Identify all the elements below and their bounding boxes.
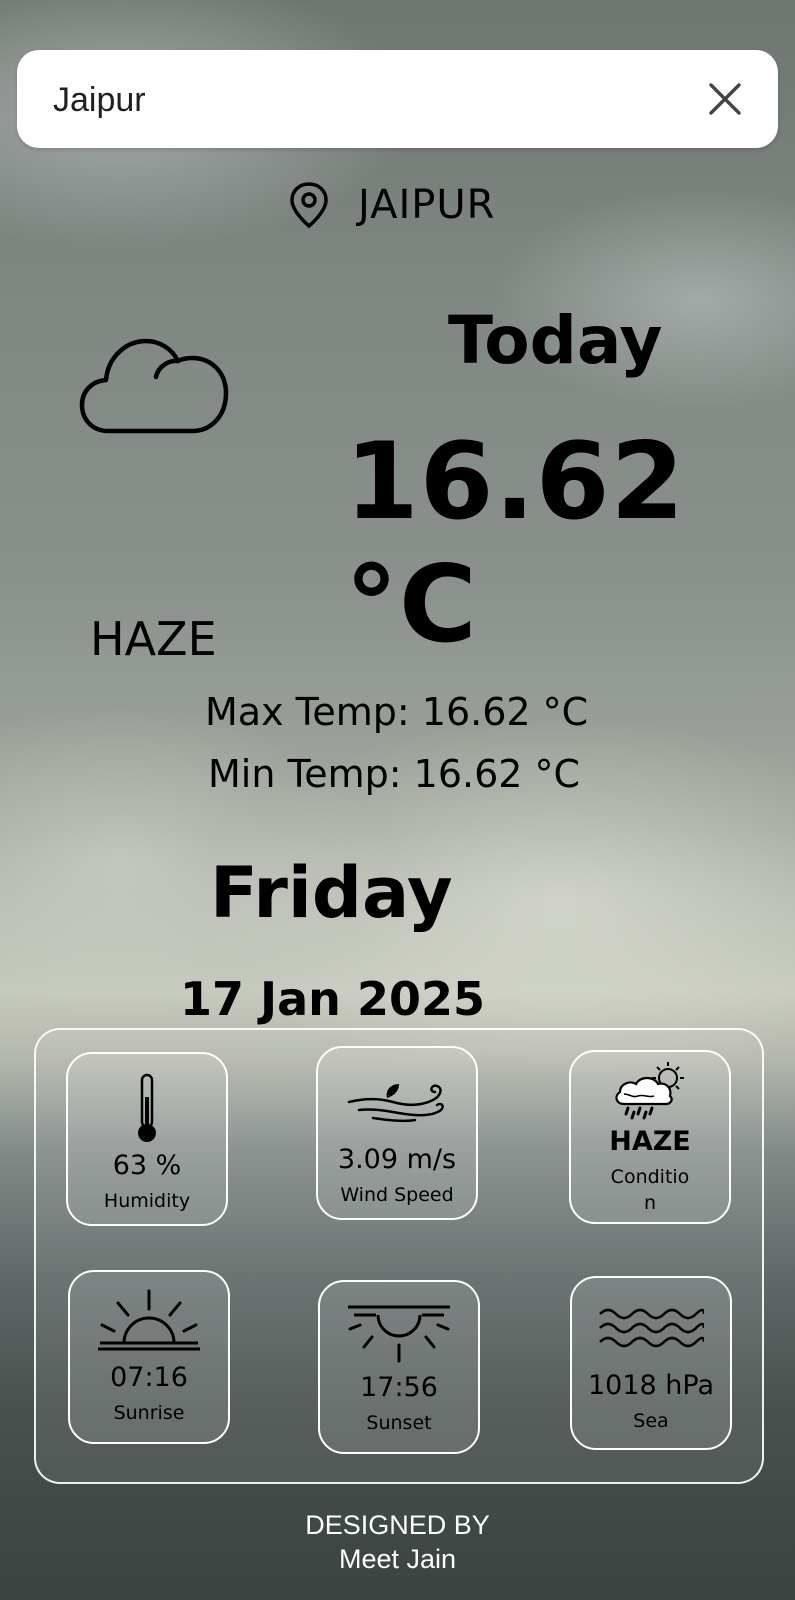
sea-pressure-label: Sea — [633, 1410, 669, 1432]
sunset-value: 17:56 — [360, 1372, 438, 1403]
sunrise-label: Sunrise — [113, 1402, 185, 1424]
weather-condition: HAZE — [90, 612, 217, 666]
sunset-icon — [346, 1296, 452, 1366]
rain-sun-icon — [610, 1056, 690, 1126]
location-header: JAIPUR — [288, 175, 495, 235]
wind-card: 3.09 m/s Wind Speed — [316, 1046, 478, 1220]
condition-label: Conditio n — [610, 1166, 690, 1214]
condition-value: HAZE — [609, 1126, 691, 1157]
waves-icon — [598, 1294, 704, 1364]
sunrise-value: 07:16 — [110, 1362, 188, 1393]
footer-credit: DESIGNED BY Meet Jain — [0, 1508, 795, 1576]
sunrise-card: 07:16 Sunrise — [68, 1270, 230, 1444]
day-name: Friday — [210, 852, 453, 934]
wind-speed-label: Wind Speed — [340, 1184, 454, 1206]
sunset-label: Sunset — [366, 1412, 432, 1434]
sunrise-icon — [96, 1286, 202, 1356]
map-pin-icon — [290, 182, 328, 229]
close-icon[interactable] — [702, 76, 748, 122]
current-temperature: 16.62 °C — [345, 420, 686, 666]
search-input[interactable] — [51, 74, 675, 126]
sea-pressure-card: 1018 hPa Sea — [570, 1276, 732, 1450]
sunset-card: 17:56 Sunset — [318, 1280, 480, 1454]
sea-pressure-value: 1018 hPa — [587, 1370, 715, 1401]
footer-line1: DESIGNED BY — [305, 1510, 490, 1540]
condition-card: HAZE Conditio n — [569, 1050, 731, 1224]
wind-icon — [345, 1068, 449, 1138]
max-temperature: Max Temp: 16.62 °C — [205, 690, 589, 734]
thermometer-icon — [132, 1073, 162, 1144]
humidity-value: 63 % — [112, 1150, 182, 1181]
wind-speed-value: 3.09 m/s — [337, 1144, 457, 1175]
today-label: Today — [448, 302, 663, 379]
humidity-card: 63 % Humidity — [66, 1052, 228, 1226]
date-label: 17 Jan 2025 — [180, 972, 485, 1026]
min-temperature: Min Temp: 16.62 °C — [208, 752, 581, 796]
humidity-label: Humidity — [103, 1190, 191, 1212]
footer-line2: Meet Jain — [338, 1544, 457, 1574]
city-name: JAIPUR — [358, 182, 496, 228]
cloud-icon — [79, 338, 229, 434]
search-bar — [17, 50, 778, 148]
